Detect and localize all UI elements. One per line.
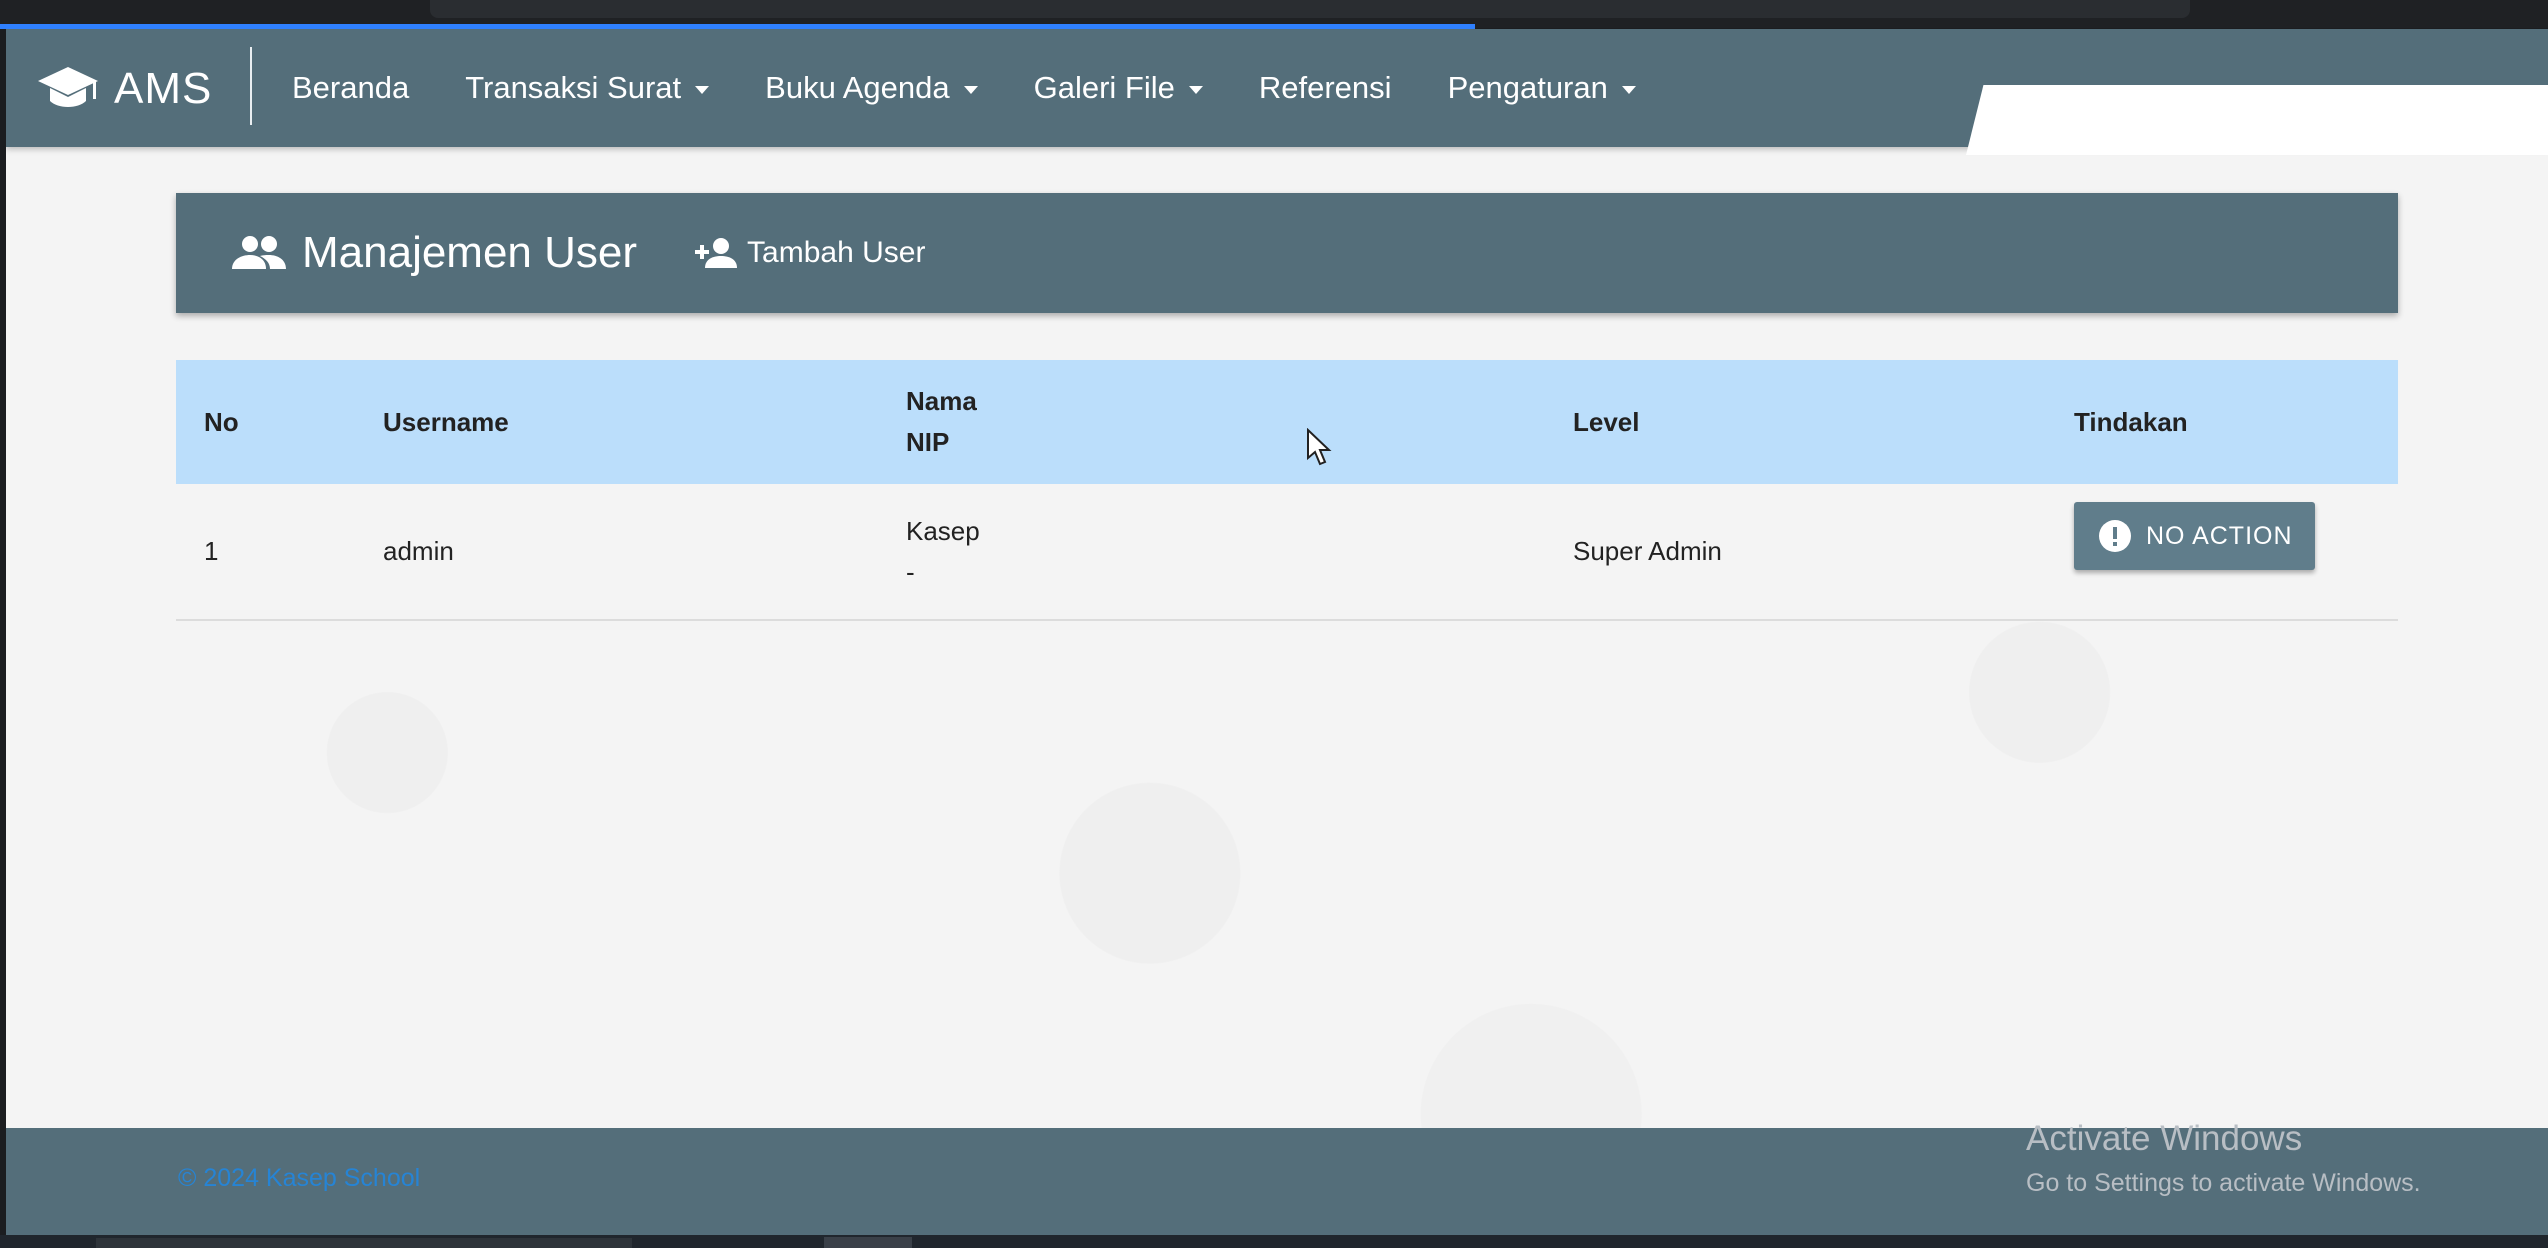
nav-item-label: Referensi: [1258, 70, 1392, 105]
brand-name: AMS: [114, 64, 213, 113]
no-action-button[interactable]: NO ACTION: [2074, 502, 2315, 570]
nav-item-label: Beranda: [292, 70, 410, 105]
taskbar: [0, 1235, 2548, 1248]
watermark-subtitle: Go to Settings to activate Windows.: [2026, 1169, 2421, 1197]
nav-item-label: Buku Agenda: [765, 70, 950, 105]
add-user-button[interactable]: Tambah User: [693, 236, 925, 270]
nav-item-beranda[interactable]: Beranda: [292, 70, 409, 106]
page-title: Manajemen User: [302, 228, 638, 277]
cell-username: admin: [383, 536, 454, 566]
nav-item-buku-agenda[interactable]: Buku Agenda: [765, 70, 978, 106]
page-header-card: Manajemen User Tambah User: [176, 193, 2398, 313]
top-navbar: AMS Beranda Transaksi Surat Buku Agenda …: [6, 29, 2548, 155]
watermark-title: Activate Windows: [2026, 1119, 2303, 1158]
nav-item-referensi[interactable]: Referensi: [1259, 70, 1392, 106]
no-action-label: NO ACTION: [2146, 521, 2293, 550]
cell-level: Super Admin: [1573, 536, 1722, 566]
cell-no: 1: [204, 536, 219, 566]
cell-nama-nip: Kasep -: [906, 511, 980, 593]
table-row: 1 admin Kasep - Super Admin NO ACTION: [176, 484, 2398, 621]
person-add-icon: [695, 238, 738, 268]
nav-item-label: Galeri File: [1033, 70, 1175, 105]
nav-item-label: Pengaturan: [1447, 70, 1608, 105]
column-header-nama: Nama: [906, 386, 977, 416]
nav-item-pengaturan[interactable]: Pengaturan: [1448, 70, 1636, 106]
footer-copyright: © 2024 Kasep School: [178, 1164, 421, 1192]
cell-nip: -: [906, 556, 915, 587]
video-overlay-shape: [1966, 85, 2548, 155]
caret-down-icon: [1188, 86, 1203, 94]
brand[interactable]: AMS: [36, 59, 212, 119]
graduation-cap-icon: [36, 61, 100, 117]
mouse-cursor-icon: [1306, 427, 1332, 473]
windows-activation-watermark: Activate Windows Go to Settings to activ…: [2026, 1119, 2421, 1198]
column-header-no: No: [204, 406, 239, 437]
taskbar-app[interactable]: [824, 1237, 912, 1248]
cell-tindakan: NO ACTION: [2074, 502, 2315, 570]
caret-down-icon: [1621, 86, 1636, 94]
nav-item-galeri-file[interactable]: Galeri File: [1034, 70, 1203, 106]
add-user-label: Tambah User: [747, 236, 926, 269]
table-header-row: No Username Nama NIP Level Tindakan: [176, 360, 2398, 484]
brand-divider: [250, 47, 252, 125]
user-table: No Username Nama NIP Level Tindakan 1 ad…: [176, 360, 2398, 621]
column-header-level: Level: [1573, 406, 1640, 437]
column-header-nip: NIP: [906, 427, 950, 457]
main-menu: Beranda Transaksi Surat Buku Agenda Gale…: [292, 29, 1692, 147]
nav-item-transaksi-surat[interactable]: Transaksi Surat: [465, 70, 710, 106]
nav-item-label: Transaksi Surat: [465, 70, 682, 105]
app-window: AMS Beranda Transaksi Surat Buku Agenda …: [6, 29, 2548, 1235]
people-icon: [176, 233, 288, 273]
caret-down-icon: [963, 86, 978, 94]
column-header-username: Username: [383, 406, 509, 437]
alert-circle-icon: [2098, 519, 2146, 553]
taskbar-search[interactable]: [96, 1238, 632, 1248]
cell-nama: Kasep: [906, 515, 980, 546]
browser-chrome: [0, 0, 2548, 29]
column-header-tindakan: Tindakan: [2074, 406, 2188, 437]
column-header-nama-nip: Nama NIP: [906, 381, 977, 463]
address-bar[interactable]: [430, 0, 2190, 18]
caret-down-icon: [695, 86, 710, 94]
